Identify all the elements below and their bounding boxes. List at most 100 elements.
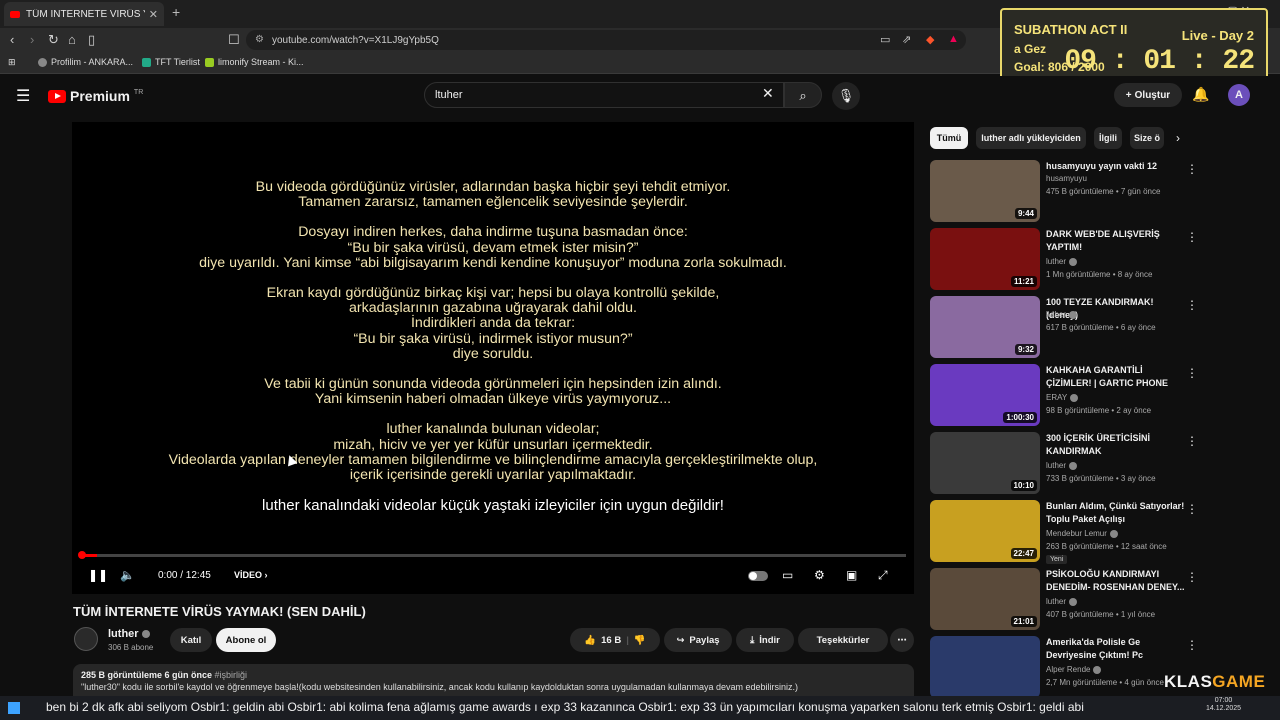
- chip-all[interactable]: Tümü: [930, 127, 968, 149]
- chip-from-uploader[interactable]: luther adlı yükleyiciden: [976, 127, 1086, 149]
- recommended-channel[interactable]: Mendebur Lemur: [1046, 529, 1118, 538]
- join-button[interactable]: Katıl: [170, 628, 212, 652]
- subscribe-button[interactable]: Abone ol: [216, 628, 276, 652]
- settings-gear-icon[interactable]: ⚙: [814, 568, 825, 582]
- bookmark-tft[interactable]: TFT Tierlist: [142, 57, 200, 67]
- recommended-title[interactable]: PSİKOLOĞU KANDIRMAYI DENEDİM- ROSENHAN D…: [1046, 568, 1186, 594]
- home-icon[interactable]: ⌂: [68, 32, 76, 47]
- search-button[interactable]: ⌕: [784, 82, 822, 108]
- new-tab-icon[interactable]: +: [172, 4, 180, 20]
- recommended-title[interactable]: 300 İÇERİK ÜRETİCİSİNİ KANDIRMAK: [1046, 432, 1186, 458]
- site-info-icon[interactable]: ⚙: [255, 34, 264, 45]
- rewards-icon[interactable]: ▲: [948, 33, 959, 45]
- channel-name[interactable]: luther: [108, 628, 150, 640]
- recommended-channel[interactable]: husamyuyu: [1046, 174, 1087, 183]
- more-options-icon[interactable]: ⋮: [1186, 298, 1198, 312]
- recommended-channel[interactable]: luther: [1046, 257, 1078, 266]
- download-button[interactable]: ⤓ İndir: [736, 628, 794, 652]
- tft-icon: [142, 57, 151, 67]
- video-text-line: Yani kimsenin haberi olmadan ülkeye virü…: [314, 391, 672, 408]
- close-tab-icon[interactable]: ✕: [149, 8, 158, 21]
- subtitles-icon[interactable]: ▭: [782, 568, 793, 582]
- recommended-video[interactable]: 10:10 300 İÇERİK ÜRETİCİSİNİ KANDIRMAK lut…: [930, 432, 1260, 496]
- more-options-icon[interactable]: ⋮: [1186, 570, 1198, 584]
- video-thumbnail[interactable]: 9:32: [930, 296, 1040, 358]
- recommended-video[interactable]: 11:21 DARK WEB'DE ALIŞVERİŞ YAPTIM! luther…: [930, 228, 1260, 292]
- recommended-channel[interactable]: luther: [1046, 597, 1078, 606]
- chevron-right-icon[interactable]: ›: [1176, 131, 1180, 145]
- recommended-channel[interactable]: luther: [1046, 461, 1078, 470]
- more-options-icon[interactable]: ⋮: [1186, 502, 1198, 516]
- volume-icon[interactable]: 🔈: [120, 568, 135, 582]
- video-thumbnail[interactable]: 21:01: [930, 568, 1040, 630]
- reload-icon[interactable]: ↻: [48, 32, 59, 48]
- description-text: "luther30" kodu ile sorbil'e kaydol ve ö…: [81, 682, 799, 692]
- like-dislike-group[interactable]: 👍 16 B | 👎: [570, 628, 660, 652]
- sidebar-icon[interactable]: ▯: [88, 32, 95, 48]
- hashtag[interactable]: #işbirliği: [215, 670, 248, 680]
- back-icon[interactable]: ‹: [10, 32, 14, 47]
- miniplayer-icon[interactable]: ▣: [846, 568, 857, 582]
- recommended-channel[interactable]: luther: [1046, 310, 1078, 319]
- video-thumbnail[interactable]: 10:10: [930, 432, 1040, 494]
- pause-icon[interactable]: ❚❚: [88, 568, 108, 582]
- fullscreen-icon[interactable]: ⤢: [878, 568, 888, 583]
- recommended-video[interactable]: 1:00:30 KAHKAHA GARANTİLİ ÇİZİMLER! | GAR…: [930, 364, 1260, 428]
- more-options-icon[interactable]: ⋮: [1186, 434, 1198, 448]
- progress-bar[interactable]: [78, 551, 906, 559]
- more-options-icon[interactable]: ⋮: [1186, 638, 1198, 652]
- share-button[interactable]: ↪ Paylaş: [664, 628, 732, 652]
- video-player[interactable]: Bu videoda gördüğünüz virüsler, adlarınd…: [72, 122, 914, 594]
- url-field[interactable]: ⚙ youtube.com/watch?v=X1LJ9gYpb5Q: [246, 30, 966, 50]
- video-thumbnail[interactable]: 11:21: [930, 228, 1040, 290]
- recommended-title[interactable]: Bunları Aldım, Çünkü Satıyorlar! Toplu P…: [1046, 500, 1186, 526]
- url-text: youtube.com/watch?v=X1LJ9gYpb5Q: [272, 34, 439, 46]
- more-options-icon[interactable]: ⋮: [1186, 366, 1198, 380]
- video-thumbnail[interactable]: [930, 636, 1040, 698]
- bookmark-limonify[interactable]: limonify Stream - Ki...: [205, 57, 304, 67]
- bookmark-profilim[interactable]: Profilim - ANKARA...: [38, 57, 133, 67]
- chapter-button[interactable]: VİDEO ›: [234, 570, 268, 580]
- cast-icon[interactable]: ▭: [880, 33, 890, 46]
- search-input[interactable]: ltuher: [424, 82, 784, 108]
- autoplay-toggle[interactable]: [748, 571, 768, 581]
- clear-search-icon[interactable]: ✕: [762, 85, 774, 102]
- recommended-channel[interactable]: ERAY: [1046, 393, 1079, 402]
- notifications-bell-icon[interactable]: 🔔: [1192, 86, 1209, 103]
- more-options-icon[interactable]: ⋮: [1186, 230, 1198, 244]
- more-options-icon[interactable]: ⋮: [1186, 162, 1198, 176]
- video-thumbnail[interactable]: 22:47: [930, 500, 1040, 562]
- recommended-video[interactable]: 9:44 husamyuyu yayın vakti 12 husamyuyu 475…: [930, 160, 1260, 224]
- video-thumbnail[interactable]: 1:00:30: [930, 364, 1040, 426]
- brave-shield-icon[interactable]: ◆: [926, 33, 934, 46]
- recommended-title[interactable]: Amerika'da Polisle Ge Devriyesine Çıktım…: [1046, 636, 1186, 662]
- youtube-logo[interactable]: Premium TR: [48, 88, 143, 104]
- forward-icon[interactable]: ›: [30, 32, 34, 47]
- thanks-button[interactable]: Teşekkürler: [798, 628, 888, 652]
- recommended-video[interactable]: 9:32 100 TEYZE KANDIRMAK! (deney) luther 61…: [930, 296, 1260, 360]
- windows-start-icon[interactable]: [8, 702, 20, 714]
- thumbs-down-icon[interactable]: 👎: [634, 635, 646, 646]
- recommended-video[interactable]: 21:01 PSİKOLOĞU KANDIRMAYI DENEDİM- ROSEN…: [930, 568, 1260, 632]
- video-thumbnail[interactable]: 9:44: [930, 160, 1040, 222]
- scrubber-handle[interactable]: [78, 551, 86, 559]
- browser-tab[interactable]: TÜM İNTERNETE VİRÜS YAYMAK ✕: [4, 2, 164, 26]
- recommended-channel[interactable]: Alper Rende: [1046, 665, 1102, 674]
- recommended-title[interactable]: KAHKAHA GARANTİLİ ÇİZİMLER! | GARTIC PHO…: [1046, 364, 1186, 390]
- apps-icon[interactable]: ⊞: [8, 57, 16, 68]
- share-icon[interactable]: ⇗: [902, 33, 911, 46]
- menu-icon[interactable]: ☰: [16, 86, 30, 106]
- more-actions-icon[interactable]: ⋯: [890, 628, 914, 652]
- thumbs-up-icon[interactable]: 👍: [584, 635, 596, 646]
- recommended-video[interactable]: 22:47 Bunları Aldım, Çünkü Satıyorlar! To…: [930, 500, 1260, 564]
- create-button[interactable]: + Oluştur: [1114, 83, 1182, 107]
- voice-search-button[interactable]: 🎙: [832, 82, 860, 110]
- recommended-title[interactable]: husamyuyu yayın vakti 12: [1046, 160, 1186, 173]
- account-avatar[interactable]: A: [1228, 84, 1250, 106]
- chip-related[interactable]: İlgili: [1094, 127, 1122, 149]
- bookmark-icon[interactable]: ☐: [228, 32, 240, 48]
- youtube-favicon-icon: [10, 10, 20, 18]
- recommended-title[interactable]: DARK WEB'DE ALIŞVERİŞ YAPTIM!: [1046, 228, 1186, 254]
- channel-avatar[interactable]: [74, 627, 98, 651]
- chip-for-you[interactable]: Size ö: [1130, 127, 1164, 149]
